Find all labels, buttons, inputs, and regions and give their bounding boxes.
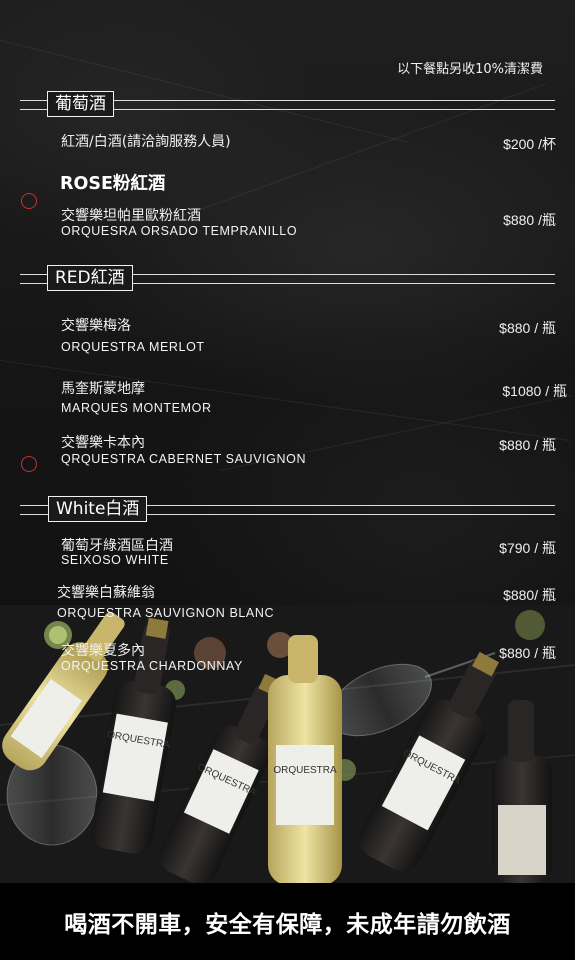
- menu-item-name: 紅酒/白酒(請洽詢服務人員): [61, 134, 231, 150]
- menu-item-price: $880/ 瓶: [503, 587, 556, 603]
- menu-item-english-name: ORQUESTRA SAUVIGNON BLANC: [57, 606, 275, 620]
- section-title: 葡萄酒: [47, 91, 114, 117]
- menu-item-name: 交響樂卡本內: [61, 435, 145, 451]
- bottle-label-text: ORQUESTRA: [273, 765, 337, 776]
- menu-item-price: $880 / 瓶: [499, 437, 556, 453]
- menu-item-name: 馬奎斯蒙地摩: [61, 381, 145, 397]
- section-header-white: White白酒: [20, 496, 555, 522]
- service-charge-notice: 以下餐點另收10%清潔費: [397, 62, 543, 77]
- menu-item-price: $880 / 瓶: [499, 645, 556, 661]
- section-title: White白酒: [48, 496, 148, 522]
- section-header-red: RED紅酒: [20, 265, 555, 291]
- red-circle-mark: [21, 193, 37, 209]
- menu-item-price: $1080 / 瓶: [502, 383, 567, 399]
- rose-subheading: ROSE粉紅酒: [60, 174, 166, 194]
- menu-item-english-name: QRQUESTRA CABERNET SAUVIGNON: [61, 452, 307, 466]
- menu-item-name: 交響樂白蘇維翁: [57, 585, 155, 601]
- footer-banner: 喝酒不開車，安全有保障，未成年請勿飲酒: [0, 883, 575, 960]
- menu-item-english-name: ORQUESRA ORSADO TEMPRANILLO: [61, 224, 298, 238]
- menu-item-price: $880 / 瓶: [499, 320, 556, 336]
- drink-responsibly-notice: 喝酒不開車，安全有保障，未成年請勿飲酒: [64, 911, 511, 938]
- menu-item-english-name: ORQUESTRA MERLOT: [61, 340, 205, 354]
- wine-menu-page: 以下餐點另收10%清潔費 葡萄酒 紅酒/白酒(請洽詢服務人員) $200 /杯 …: [0, 0, 575, 960]
- menu-item-price: $200 /杯: [503, 136, 556, 152]
- menu-item-name: 交響樂坦帕里歐粉紅酒: [61, 208, 201, 224]
- menu-item-name: 交響樂夏多內: [61, 643, 145, 659]
- menu-item-price: $790 / 瓶: [499, 540, 556, 556]
- section-header-grape: 葡萄酒: [20, 91, 555, 117]
- menu-item-english-name: MARQUES MONTEMOR: [61, 401, 212, 415]
- menu-item-name: 葡萄牙綠酒區白酒: [61, 538, 173, 554]
- menu-item-name: 交響樂梅洛: [61, 318, 131, 334]
- section-title: RED紅酒: [47, 265, 133, 291]
- menu-item-english-name: ORQUESTRA CHARDONNAY: [61, 659, 243, 673]
- menu-item-english-name: SEIXOSO WHITE: [61, 553, 169, 567]
- menu-item-price: $880 /瓶: [503, 212, 556, 228]
- red-circle-mark: [21, 456, 37, 472]
